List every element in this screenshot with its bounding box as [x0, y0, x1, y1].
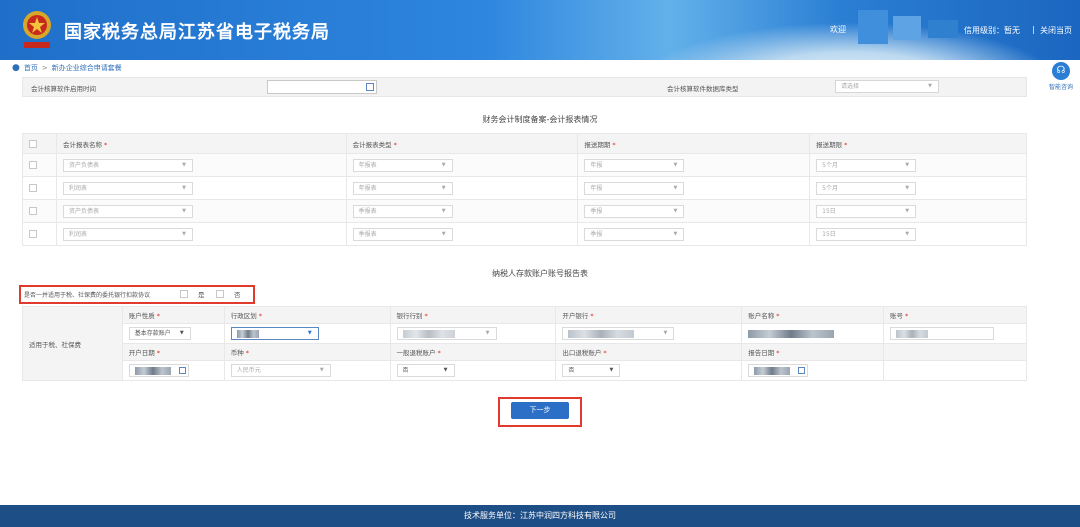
- col-currency: 币种: [230, 349, 244, 357]
- next-step-button[interactable]: 下一步: [511, 402, 569, 419]
- account-nature-select[interactable]: 基本存款账户 ▼: [128, 327, 191, 340]
- account-section-title: 纳税人存款账户账号报告表: [492, 269, 588, 278]
- col-general-refund: 一般退税账户: [396, 349, 436, 357]
- col-report-deadline: 报送期限: [816, 140, 843, 149]
- account-data-row-2: 人民币元 ▼ 否 ▼ 否 ▼: [23, 360, 1027, 381]
- no-checkbox[interactable]: [216, 290, 224, 298]
- smart-consult-label: 智能咨询: [1048, 84, 1073, 91]
- software-db-label: 会计核算软件数据库类型: [667, 85, 739, 93]
- report-deadline-select[interactable]: 15日 ▼: [816, 204, 917, 218]
- row-checkbox[interactable]: [29, 161, 37, 169]
- col-report-period: 报送期期: [584, 140, 611, 149]
- redacted-username: [858, 10, 888, 44]
- table-row: 资产负债表 ▼ 季报表 ▼ 季报 ▼ 15日 ▼: [22, 199, 1027, 223]
- report-period-select[interactable]: 年报 ▼: [584, 158, 685, 172]
- report-deadline-select[interactable]: 15日 ▼: [816, 227, 917, 241]
- report-type-select[interactable]: 季报表 ▼: [352, 227, 453, 241]
- software-start-date-input[interactable]: [267, 80, 377, 94]
- report-deadline-select[interactable]: 5个月 ▼: [816, 181, 917, 195]
- report-deadline-select[interactable]: 5个月 ▼: [816, 158, 917, 172]
- region-select[interactable]: ▼: [230, 327, 319, 340]
- currency-select[interactable]: 人民币元 ▼: [230, 364, 331, 377]
- report-period-select[interactable]: 季报 ▼: [584, 204, 685, 218]
- col-open-bank: 开户银行: [562, 312, 589, 320]
- report-name-select[interactable]: 资产负债表 ▼: [62, 204, 193, 218]
- col-account-number: 账号: [890, 312, 904, 320]
- software-row: 会计核算软件启用时间 会计核算软件数据库类型 请选择 ▼: [22, 77, 1027, 97]
- table-row: 利润表 ▼ 年报表 ▼ 年报 ▼ 5个月 ▼: [22, 176, 1027, 200]
- headset-icon: ☊: [1052, 62, 1070, 80]
- account-table: 适用于税、社保费 账户性质 * 行政区划 * 银行行别 * 开户银行 * 账户名称 * 账…: [22, 306, 1027, 381]
- breadcrumb-separator: >: [41, 64, 48, 72]
- general-refund-select[interactable]: 否 ▼: [396, 364, 455, 377]
- redacted-username: [893, 16, 921, 40]
- report-period-select[interactable]: 年报 ▼: [584, 181, 685, 195]
- report-type-select[interactable]: 年报表 ▼: [352, 158, 453, 172]
- report-section-title: 财务会计制度备案-会计报表情况: [482, 115, 598, 124]
- agree-yes-option[interactable]: 是: [180, 289, 205, 299]
- welcome-text: 欢迎: [830, 25, 846, 34]
- report-name-select[interactable]: 利润表 ▼: [62, 227, 193, 241]
- report-period-select[interactable]: 季报 ▼: [584, 227, 685, 241]
- report-date-input[interactable]: [748, 364, 809, 377]
- footer: 技术服务单位：江苏中润四方科技有限公司: [0, 505, 1080, 527]
- col-open-date: 开户日期: [128, 349, 155, 357]
- col-report-name: 会计报表名称: [62, 140, 102, 149]
- row-checkbox[interactable]: [29, 207, 37, 215]
- location-pin-icon: ●: [12, 63, 20, 73]
- redacted-username: [928, 20, 958, 38]
- breadcrumb: ● 首页 > 新办企业综合申请套餐: [12, 62, 122, 74]
- col-account-name: 账户名称: [748, 312, 775, 320]
- credit-level: 信用级别：暂无: [964, 26, 1020, 35]
- open-bank-select[interactable]: ▼: [562, 327, 675, 340]
- calendar-icon[interactable]: [366, 83, 374, 91]
- top-banner: 国家税务总局江苏省电子税务局 欢迎 信用级别：暂无 | 关闭当页: [0, 0, 1080, 60]
- col-account-nature: 账户性质: [128, 312, 155, 320]
- table-row: 利润表 ▼ 季报表 ▼ 季报 ▼ 15日 ▼: [22, 222, 1027, 246]
- smart-consult-button[interactable]: ☊ 智能咨询: [1046, 62, 1076, 91]
- col-report-type: 会计报表类型: [352, 140, 392, 149]
- breadcrumb-home[interactable]: 首页: [24, 63, 38, 73]
- agree-no-option[interactable]: 否: [216, 289, 241, 299]
- account-header-row-2: 开户日期 * 币种 * 一般退税账户 * 出口退税账户 * 报告日期 *: [23, 343, 1027, 361]
- header-divider: |: [1032, 25, 1035, 34]
- account-header-row-1: 适用于税、社保费 账户性质 * 行政区划 * 银行行别 * 开户银行 * 账户名称 * 账…: [22, 306, 1027, 381]
- yes-checkbox[interactable]: [180, 290, 188, 298]
- account-name-value: [748, 329, 835, 338]
- software-start-label: 会计核算软件启用时间: [31, 85, 96, 93]
- report-table: 会计报表名称 * 会计报表类型 * 报送期期 * 报送期限 * 资产负债表 ▼ 年报表 ▼ …: [22, 133, 1027, 246]
- row-checkbox[interactable]: [29, 184, 37, 192]
- account-number-input[interactable]: [890, 327, 995, 340]
- col-report-date: 报告日期: [748, 349, 775, 357]
- software-db-select[interactable]: 请选择 ▼: [835, 80, 939, 93]
- tax-emblem-icon: [23, 11, 51, 48]
- report-name-select[interactable]: 利润表 ▼: [62, 181, 193, 195]
- col-region: 行政区划: [230, 312, 257, 320]
- report-type-select[interactable]: 季报表 ▼: [352, 204, 453, 218]
- calendar-icon[interactable]: [178, 367, 186, 374]
- report-name-select[interactable]: 资产负债表 ▼: [62, 158, 193, 172]
- breadcrumb-current: 新办企业综合申请套餐: [51, 64, 122, 72]
- site-title: 国家税务总局江苏省电子税务局: [64, 22, 330, 43]
- export-refund-select[interactable]: 否 ▼: [562, 364, 621, 377]
- bank-type-select[interactable]: ▼: [396, 327, 497, 340]
- agree-question: 是否一并适用于税、社保费的委托银行扣款协议: [24, 292, 151, 299]
- open-date-input[interactable]: [128, 364, 189, 377]
- col-bank-type: 银行行别: [396, 312, 423, 320]
- col-export-refund: 出口退税账户: [562, 349, 602, 357]
- account-data-row-1: 基本存款账户 ▼ ▼ ▼ ▼: [23, 323, 1027, 344]
- side-label: 适用于税、社保费: [22, 306, 123, 381]
- row-checkbox[interactable]: [29, 230, 37, 238]
- report-type-select[interactable]: 年报表 ▼: [352, 181, 453, 195]
- calendar-icon[interactable]: [798, 367, 806, 374]
- close-page-link[interactable]: 关闭当页: [1040, 25, 1072, 36]
- select-all-checkbox[interactable]: [29, 139, 37, 148]
- table-row: 资产负债表 ▼ 年报表 ▼ 年报 ▼ 5个月 ▼: [22, 153, 1027, 177]
- table-header-row: 会计报表名称 * 会计报表类型 * 报送期期 * 报送期限 *: [22, 133, 1027, 154]
- chevron-down-icon: ▼: [928, 83, 932, 89]
